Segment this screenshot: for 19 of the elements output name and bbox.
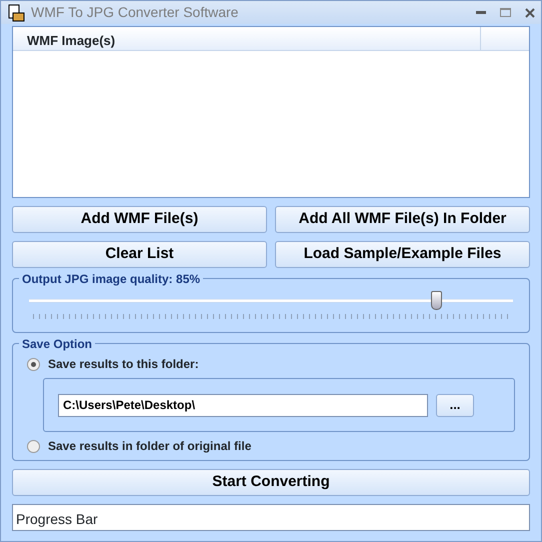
maximize-icon[interactable] xyxy=(500,8,511,17)
slider-thumb[interactable] xyxy=(430,291,442,310)
minimize-icon[interactable] xyxy=(476,10,486,14)
close-icon[interactable] xyxy=(525,8,535,18)
browse-button[interactable]: ... xyxy=(436,394,474,416)
file-list[interactable]: WMF Image(s) xyxy=(12,26,530,198)
start-button[interactable]: Start Converting xyxy=(12,469,530,496)
option-label: Save results in folder of original file xyxy=(48,438,252,455)
option-label: Save results to this folder: xyxy=(48,356,199,373)
load-samples-button[interactable]: Load Sample/Example Files xyxy=(275,241,530,268)
folder-field[interactable]: C:\Users\Pete\Desktop\ xyxy=(58,394,428,416)
window-title: WMF To JPG Converter Software xyxy=(31,3,238,22)
add-files-button[interactable]: Add WMF File(s) xyxy=(12,206,267,233)
app-icon xyxy=(7,4,25,22)
progress-label: Progress Bar xyxy=(15,510,99,529)
radio-button[interactable] xyxy=(27,440,40,452)
add-folder-button[interactable]: Add All WMF File(s) In Folder xyxy=(275,206,530,233)
clear-list-button[interactable]: Clear List xyxy=(12,241,267,268)
radio-button[interactable] xyxy=(27,358,40,370)
